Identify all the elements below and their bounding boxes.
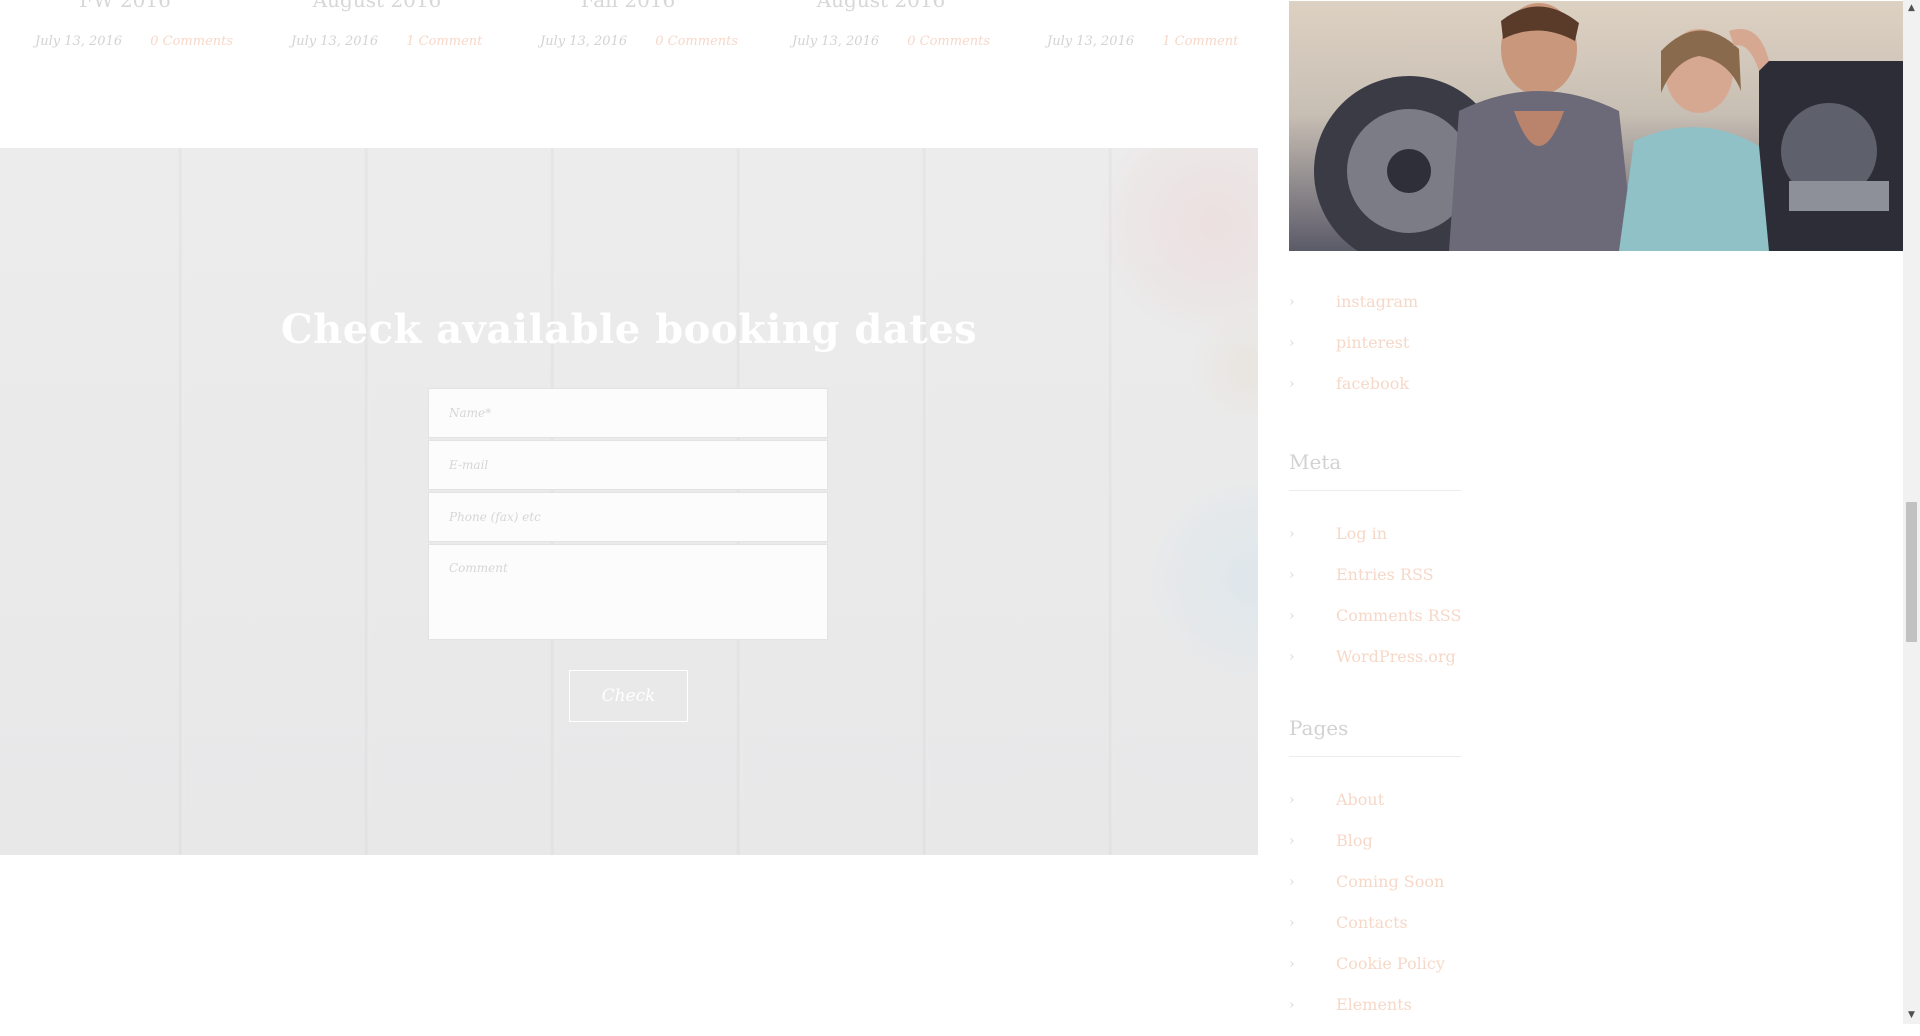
post-date: July 13, 2016 xyxy=(291,34,379,49)
comment-textarea[interactable] xyxy=(428,544,828,640)
posts-strip: FW 2016 July 13, 2016 0 Comments August … xyxy=(0,0,1258,148)
scroll-up-arrow-icon[interactable]: ▲ xyxy=(1903,0,1920,17)
check-button[interactable]: Check xyxy=(569,670,688,722)
chevron-right-icon: › xyxy=(1289,792,1295,808)
post-meta: July 13, 2016 1 Comment xyxy=(291,34,482,49)
chevron-right-icon: › xyxy=(1289,376,1295,392)
post-meta: July 13, 2016 0 Comments xyxy=(540,34,738,49)
email-input[interactable] xyxy=(428,440,828,490)
phone-input[interactable] xyxy=(428,492,828,542)
chevron-right-icon: › xyxy=(1289,997,1295,1013)
page-link-label[interactable]: Contacts xyxy=(1336,913,1408,932)
post-title[interactable]: FW 2016 xyxy=(0,0,250,12)
page-scrollbar[interactable]: ▲ ▼ xyxy=(1903,0,1920,1024)
post-meta: July 13, 2016 0 Comments xyxy=(792,34,990,49)
page-link-label[interactable]: Elements xyxy=(1336,995,1412,1014)
meta-link-label[interactable]: Log in xyxy=(1336,524,1387,543)
chevron-right-icon: › xyxy=(1289,526,1295,542)
post-title[interactable]: August 2016 xyxy=(252,0,502,12)
scroll-thumb[interactable] xyxy=(1906,502,1917,642)
post-comments-link[interactable]: 1 Comment xyxy=(1162,34,1238,49)
chevron-right-icon: › xyxy=(1289,294,1295,310)
page-link-label[interactable]: Blog xyxy=(1336,831,1373,850)
post-title[interactable]: August 2016 xyxy=(756,0,1006,12)
post-comments-link[interactable]: 0 Comments xyxy=(655,34,738,49)
booking-section: Check available booking dates Check xyxy=(0,148,1258,855)
chevron-right-icon: › xyxy=(1289,335,1295,351)
photo-couple-motorcycle-icon xyxy=(1289,1,1903,251)
meta-link-label[interactable]: WordPress.org xyxy=(1336,647,1456,666)
meta-widget-title: Meta xyxy=(1289,450,1342,474)
chevron-right-icon: › xyxy=(1289,567,1295,583)
post-comments-link[interactable]: 0 Comments xyxy=(150,34,233,49)
name-input[interactable] xyxy=(428,388,828,438)
post-date: July 13, 2016 xyxy=(1047,34,1135,49)
post-comments-link[interactable]: 1 Comment xyxy=(406,34,482,49)
booking-title: Check available booking dates xyxy=(280,306,978,354)
chevron-right-icon: › xyxy=(1289,915,1295,931)
candy-decoration-icon xyxy=(1150,478,1258,678)
meta-divider xyxy=(1289,490,1461,491)
post-comments-link[interactable]: 0 Comments xyxy=(907,34,990,49)
page-link-label[interactable]: Cookie Policy xyxy=(1336,954,1445,973)
post-meta: July 13, 2016 1 Comment xyxy=(1047,34,1238,49)
sidebar-photo xyxy=(1289,1,1903,251)
social-link-label[interactable]: pinterest xyxy=(1336,333,1409,352)
social-link-label[interactable]: facebook xyxy=(1336,374,1409,393)
chevron-right-icon: › xyxy=(1289,874,1295,890)
scroll-down-arrow-icon[interactable]: ▼ xyxy=(1903,1007,1920,1024)
page-link-label[interactable]: About xyxy=(1336,790,1384,809)
post-date: July 13, 2016 xyxy=(792,34,880,49)
pages-widget-title: Pages xyxy=(1289,716,1349,740)
post-meta: July 13, 2016 0 Comments xyxy=(35,34,233,49)
meta-link-label[interactable]: Comments RSS xyxy=(1336,606,1461,625)
chevron-right-icon: › xyxy=(1289,649,1295,665)
post-date: July 13, 2016 xyxy=(540,34,628,49)
post-date: July 13, 2016 xyxy=(35,34,123,49)
page-link-label[interactable]: Coming Soon xyxy=(1336,872,1444,891)
meta-link-label[interactable]: Entries RSS xyxy=(1336,565,1434,584)
chevron-right-icon: › xyxy=(1289,833,1295,849)
social-link-label[interactable]: instagram xyxy=(1336,292,1418,311)
chevron-right-icon: › xyxy=(1289,608,1295,624)
pages-divider xyxy=(1289,756,1461,757)
chevron-right-icon: › xyxy=(1289,956,1295,972)
post-title[interactable]: Fall 2016 xyxy=(503,0,753,12)
